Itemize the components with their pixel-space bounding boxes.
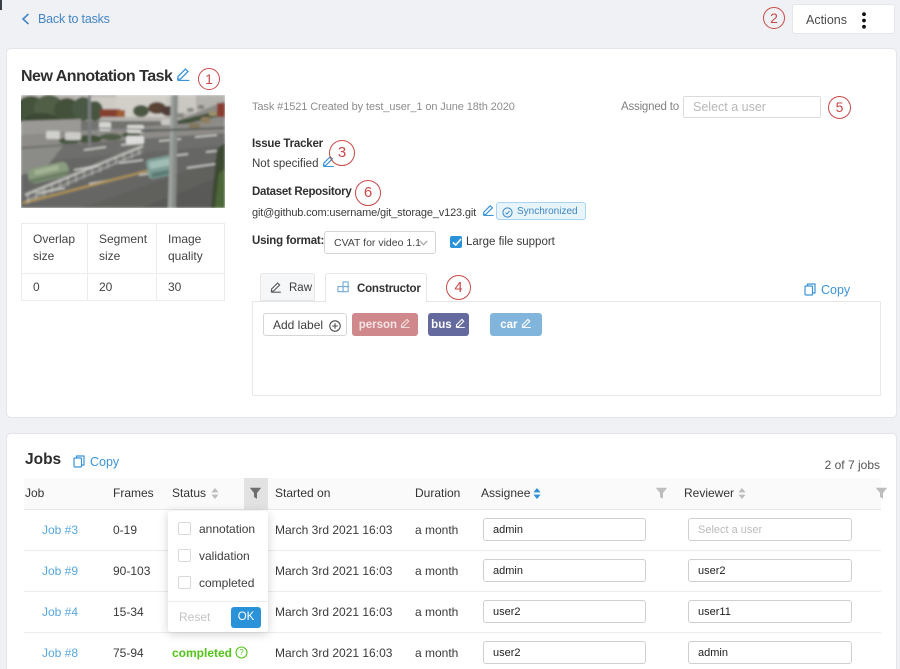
svg-text:?: ? [240,648,245,657]
